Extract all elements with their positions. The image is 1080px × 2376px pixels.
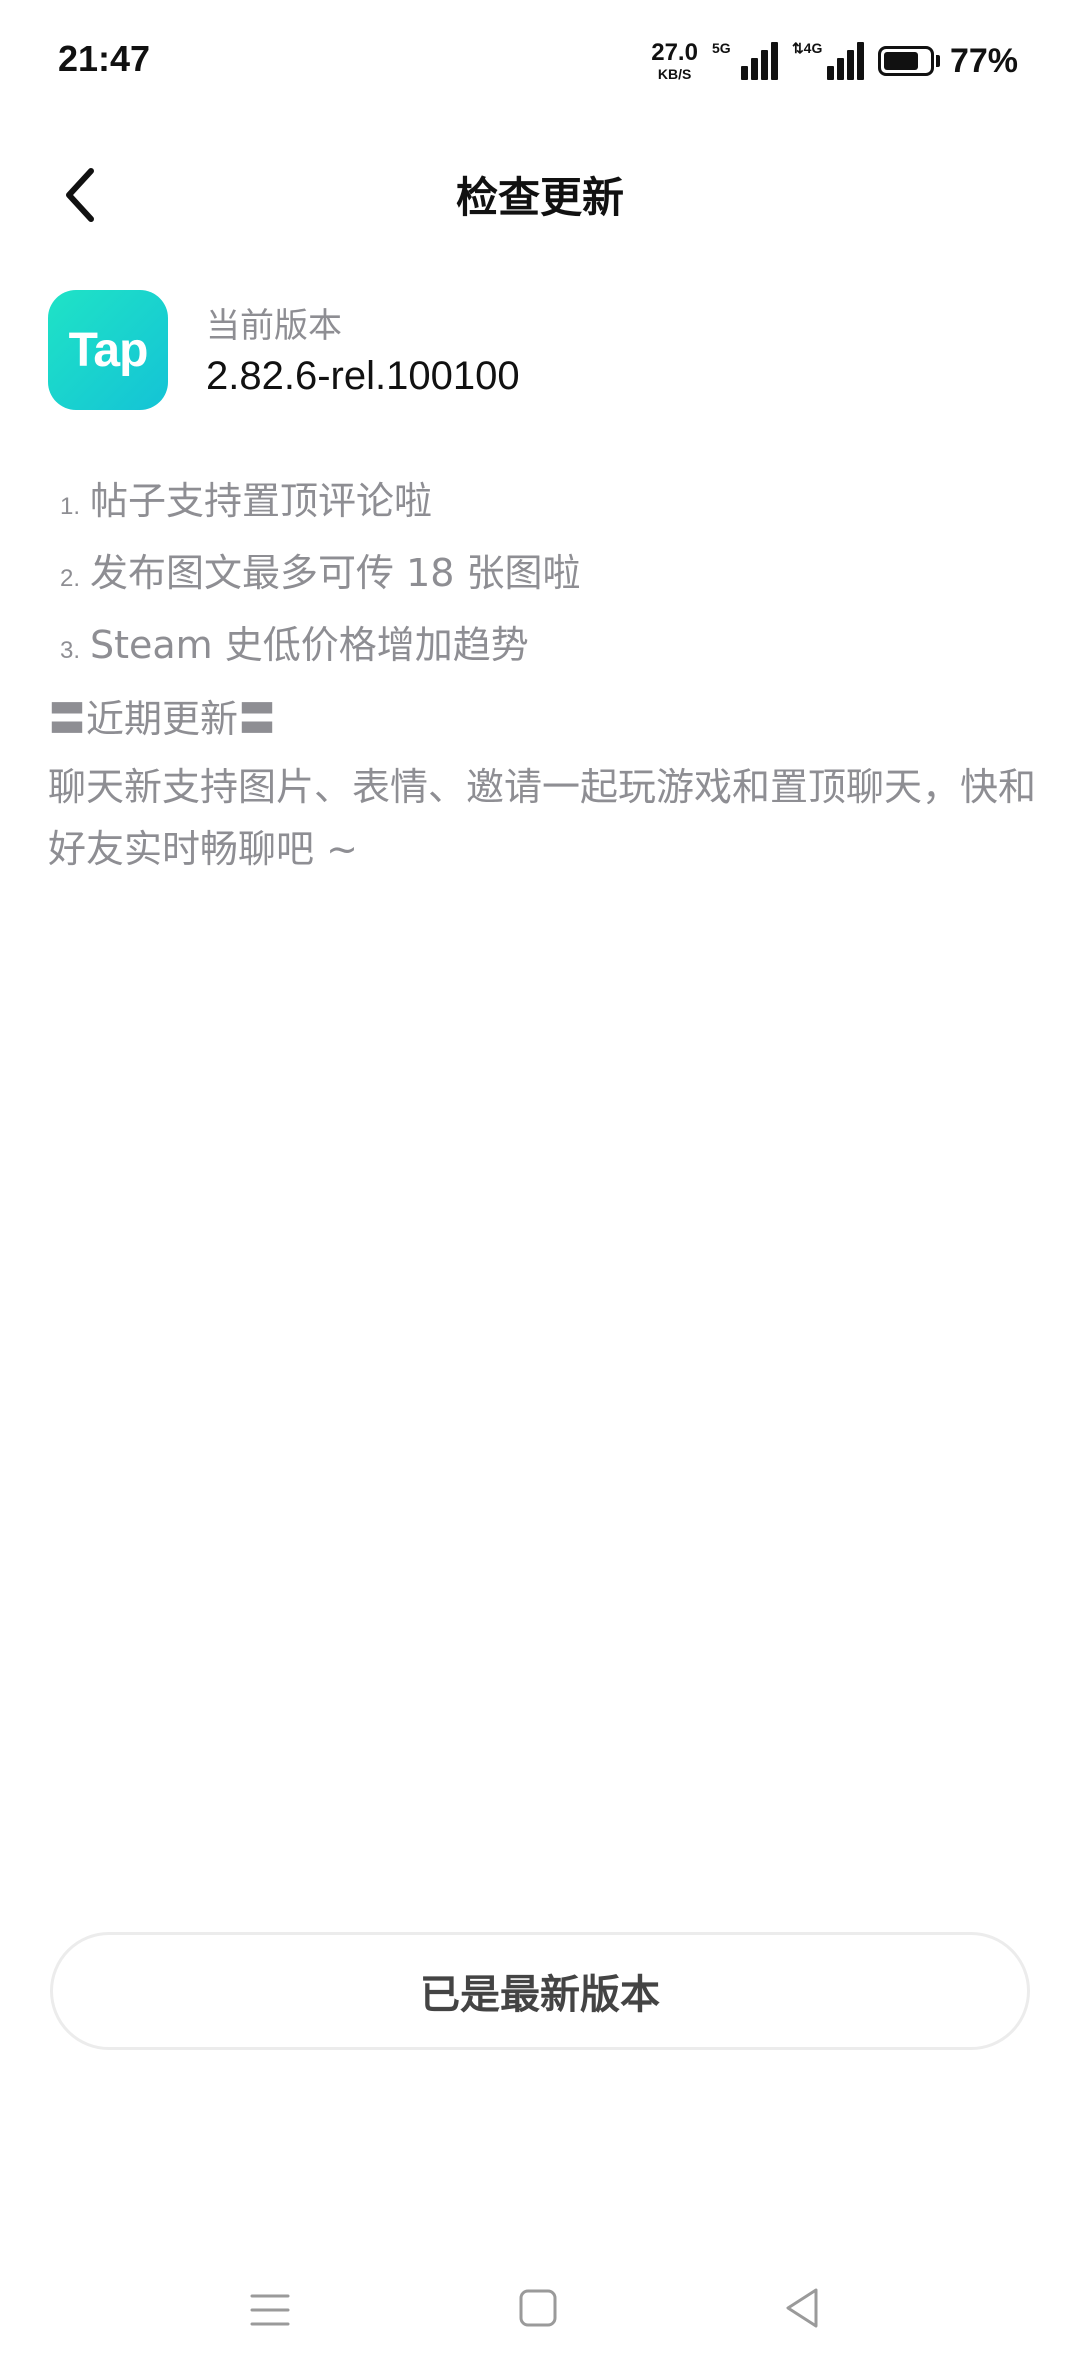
release-note-number: 3. xyxy=(59,637,80,664)
nav-home-button[interactable] xyxy=(518,2288,558,2328)
sim1-signal-icon: 5G xyxy=(711,40,778,80)
network-speed-unit: KB/S xyxy=(657,66,692,82)
page-title: 检查更新 xyxy=(455,173,624,222)
release-note-text: Steam 史低价格增加趋势 xyxy=(90,623,529,667)
nav-menu-button[interactable] xyxy=(250,2290,290,2330)
latest-version-button[interactable]: 已是最新版本 xyxy=(50,1932,1030,2050)
app-logo-text: Tap xyxy=(68,323,149,377)
system-nav-bar xyxy=(0,2270,1080,2350)
sim2-signal-icon: ⇅4G xyxy=(791,40,864,80)
battery-percent: 77% xyxy=(949,41,1018,80)
battery-icon: 77% xyxy=(877,41,1018,81)
current-version-label: 当前版本 xyxy=(206,306,342,346)
menu-icon xyxy=(250,2294,290,2326)
network-speed-value: 27.0 xyxy=(651,39,698,66)
sim1-network-tag: 5G xyxy=(711,40,731,56)
release-note-item: 3. Steam 史低价格增加趋势 xyxy=(48,614,1038,686)
recent-updates-description: 聊天新支持图片、表情、邀请一起玩游戏和置顶聊天，快和好友实时畅聊吧 ~ xyxy=(48,765,1037,871)
back-triangle-icon xyxy=(786,2288,818,2328)
status-icons: 27.0 KB/S 5G ⇅4G 77% xyxy=(651,36,1018,86)
status-time: 21:47 xyxy=(58,38,151,79)
release-note-item: 1. 帖子支持置顶评论啦 xyxy=(48,470,1038,542)
header-bar: 检查更新 xyxy=(0,140,1080,250)
status-bar: 21:47 27.0 KB/S 5G ⇅4G 77% xyxy=(0,0,1080,120)
release-note-text: 帖子支持置顶评论啦 xyxy=(90,479,433,523)
network-speed: 27.0 KB/S xyxy=(651,39,698,82)
release-note-number: 2. xyxy=(59,565,80,592)
current-version-value: 2.82.6-rel.100100 xyxy=(206,354,520,398)
home-icon xyxy=(519,2289,557,2327)
release-notes: 1. 帖子支持置顶评论啦 2. 发布图文最多可传 18 张图啦 3. Steam… xyxy=(48,470,1038,880)
nav-back-button[interactable] xyxy=(782,2286,822,2330)
check-update-screen: 21:47 27.0 KB/S 5G ⇅4G 77% 检查更新 Tap 当前版本… xyxy=(0,0,1080,2376)
recent-updates-heading: 〓近期更新〓 xyxy=(48,697,277,741)
release-note-number: 1. xyxy=(59,493,80,520)
release-note-item: 2. 发布图文最多可传 18 张图啦 xyxy=(48,542,1038,614)
release-note-text: 发布图文最多可传 18 张图啦 xyxy=(90,551,581,595)
battery-fill xyxy=(883,52,918,70)
app-logo-icon: Tap xyxy=(48,290,168,410)
sim2-network-tag: ⇅4G xyxy=(791,40,823,56)
